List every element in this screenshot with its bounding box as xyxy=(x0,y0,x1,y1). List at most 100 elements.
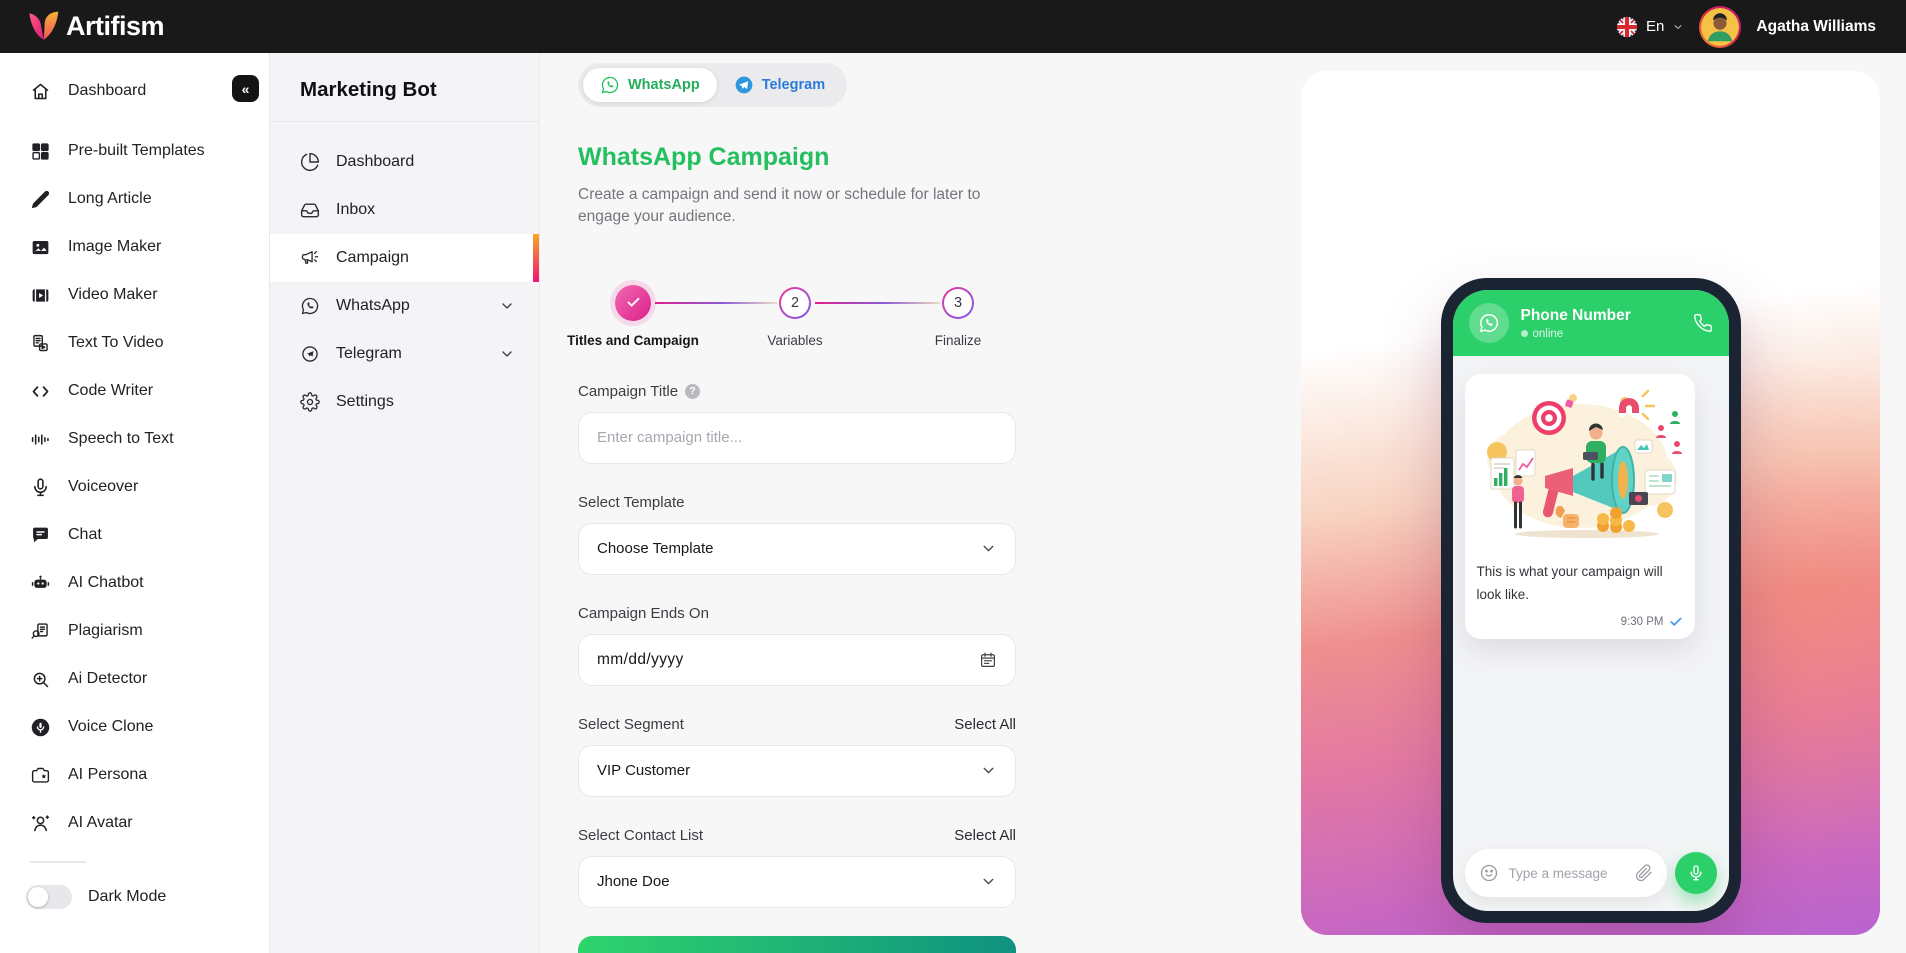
whatsapp-icon xyxy=(600,75,620,95)
panel-item-whatsapp[interactable]: WhatsApp xyxy=(270,282,539,330)
panel-item-campaign[interactable]: Campaign xyxy=(270,234,539,282)
contact-select-all-link[interactable]: Select All xyxy=(954,827,1016,844)
panel-item-settings[interactable]: Settings xyxy=(270,378,539,426)
sidebar-item-plagiarism[interactable]: Plagiarism xyxy=(0,607,269,655)
whatsapp-icon xyxy=(300,296,320,316)
sidebar-item-label: Pre-built Templates xyxy=(68,142,205,160)
preview-message-bubble: This is what your campaign will look lik… xyxy=(1465,374,1695,639)
contact-list-select[interactable]: Jhone Doe xyxy=(578,856,1016,908)
main-content: WhatsApp Telegram WhatsApp Campaign Crea… xyxy=(540,53,1906,953)
contact-list-value: Jhone Doe xyxy=(597,873,980,890)
campaign-ends-group: Campaign Ends On mm/dd/yyyy xyxy=(578,605,1016,686)
sidebar-item-label: Text To Video xyxy=(68,334,163,352)
step-1-label: Titles and Campaign xyxy=(567,333,699,348)
sidebar-item-prebuilt-templates[interactable]: Pre-built Templates xyxy=(0,127,269,175)
sidebar-item-long-article[interactable]: Long Article xyxy=(0,175,269,223)
message-input-bar: Type a message xyxy=(1465,849,1717,897)
campaign-form: WhatsApp Telegram WhatsApp Campaign Crea… xyxy=(578,63,1016,953)
tab-telegram[interactable]: Telegram xyxy=(717,68,842,102)
chevron-down-icon xyxy=(980,873,997,890)
panel-title: Marketing Bot xyxy=(270,53,539,122)
telegram-icon xyxy=(300,344,320,364)
select-template-group: Select Template Choose Template xyxy=(578,494,1016,575)
sidebar-item-ai-persona[interactable]: AI Persona xyxy=(0,751,269,799)
sidebar-item-voiceover[interactable]: Voiceover xyxy=(0,463,269,511)
code-icon xyxy=(30,381,51,402)
sidebar-item-dashboard[interactable]: Dashboard xyxy=(0,67,269,115)
panel-item-label: Dashboard xyxy=(336,153,414,171)
step-2-circle[interactable]: 2 xyxy=(779,287,811,319)
user-name: Agatha Williams xyxy=(1756,18,1876,36)
sidebar-item-code-writer[interactable]: Code Writer xyxy=(0,367,269,415)
main-sidebar: « Dashboard Pre-built Templates Long Art… xyxy=(0,53,270,953)
image-icon xyxy=(30,237,51,258)
step-2-label: Variables xyxy=(767,333,822,348)
online-status: online xyxy=(1533,328,1564,340)
emoji-icon xyxy=(1479,863,1499,883)
step-3-circle[interactable]: 3 xyxy=(942,287,974,319)
segment-select-value: VIP Customer xyxy=(597,762,980,779)
sidebar-item-voice-clone[interactable]: Voice Clone xyxy=(0,703,269,751)
sidebar-divider xyxy=(30,861,86,863)
sidebar-item-speech-to-text[interactable]: Speech to Text xyxy=(0,415,269,463)
chat-bubble-icon xyxy=(30,525,51,546)
sidebar-item-video-maker[interactable]: Video Maker xyxy=(0,271,269,319)
sidebar-item-label: Code Writer xyxy=(68,382,153,400)
person-sparkle-icon xyxy=(30,813,51,834)
segment-select-all-link[interactable]: Select All xyxy=(954,716,1016,733)
sidebar-collapse-button[interactable]: « xyxy=(232,75,259,102)
page-subtitle: Create a campaign and send it now or sch… xyxy=(578,184,990,229)
sidebar-item-ai-avatar[interactable]: AI Avatar xyxy=(0,799,269,847)
sidebar-item-ai-chatbot[interactable]: AI Chatbot xyxy=(0,559,269,607)
sidebar-item-chat[interactable]: Chat xyxy=(0,511,269,559)
step-3-label: Finalize xyxy=(935,333,982,348)
grid-icon xyxy=(30,141,51,162)
whatsapp-chat-header: Phone Number online xyxy=(1453,290,1729,356)
preview-message-text: This is what your campaign will look lik… xyxy=(1477,561,1683,607)
panel-item-dashboard[interactable]: Dashboard xyxy=(270,138,539,186)
help-icon[interactable]: ? xyxy=(685,384,700,399)
sidebar-item-label: Chat xyxy=(68,526,102,544)
sidebar-item-label: AI Persona xyxy=(68,766,147,784)
microphone-icon xyxy=(30,477,51,498)
panel-item-inbox[interactable]: Inbox xyxy=(270,186,539,234)
brand-logo[interactable]: Artifism xyxy=(26,11,164,43)
step-1-circle[interactable] xyxy=(615,285,651,321)
dark-mode-toggle[interactable] xyxy=(26,885,72,909)
submit-campaign-button[interactable] xyxy=(578,936,1016,953)
stepper-connector xyxy=(815,302,940,304)
campaign-ends-label: Campaign Ends On xyxy=(578,605,709,622)
tab-whatsapp[interactable]: WhatsApp xyxy=(583,68,717,102)
voice-clone-icon xyxy=(30,717,51,738)
campaign-preview-panel: Phone Number online xyxy=(1301,71,1880,935)
campaign-title-group: Campaign Title ? xyxy=(578,383,1016,464)
date-input[interactable]: mm/dd/yyyy xyxy=(578,634,1016,686)
panel-item-label: Settings xyxy=(336,393,394,411)
robot-icon xyxy=(30,573,51,594)
campaign-title-input[interactable] xyxy=(597,429,997,446)
topbar: Artifism En xyxy=(0,0,1906,53)
sidebar-item-ai-detector[interactable]: Ai Detector xyxy=(0,655,269,703)
check-icon xyxy=(626,295,641,310)
sidebar-item-label: AI Chatbot xyxy=(68,574,144,592)
phone-mockup: Phone Number online xyxy=(1441,278,1741,923)
artifism-logo-icon xyxy=(26,11,60,43)
language-selector[interactable]: En xyxy=(1616,16,1684,38)
sidebar-item-image-maker[interactable]: Image Maker xyxy=(0,223,269,271)
chevron-down-icon xyxy=(499,346,515,362)
camera-star-icon xyxy=(30,765,51,786)
magnifier-icon xyxy=(30,669,51,690)
paperclip-icon xyxy=(1635,864,1653,882)
sidebar-item-label: AI Avatar xyxy=(68,814,133,832)
avatar[interactable] xyxy=(1699,6,1741,48)
segment-select[interactable]: VIP Customer xyxy=(578,745,1016,797)
calendar-icon[interactable] xyxy=(979,651,997,669)
contact-list-group: Select Contact List Select All Jhone Doe xyxy=(578,827,1016,908)
gear-icon xyxy=(300,392,320,412)
megaphone-icon xyxy=(300,248,320,268)
sidebar-item-text-to-video[interactable]: Text To Video xyxy=(0,319,269,367)
select-segment-group: Select Segment Select All VIP Customer xyxy=(578,716,1016,797)
home-icon xyxy=(30,81,51,102)
template-select[interactable]: Choose Template xyxy=(578,523,1016,575)
panel-item-telegram[interactable]: Telegram xyxy=(270,330,539,378)
